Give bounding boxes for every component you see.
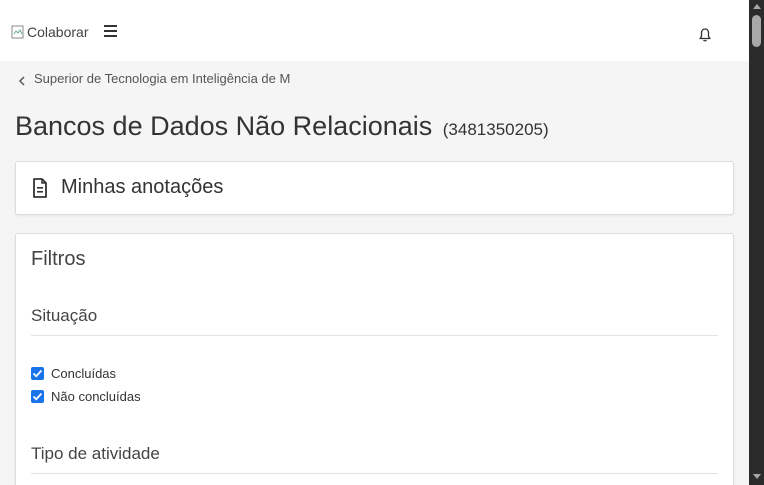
tipo-atividade-section-title: Tipo de atividade (31, 444, 718, 474)
logo-alt-text: Colaborar (27, 24, 89, 40)
filters-card: Filtros Situação Concluídas Não concluíd… (15, 233, 734, 485)
filter-concluidas-label: Concluídas (51, 366, 117, 381)
scroll-down-arrow-icon[interactable] (753, 474, 761, 479)
notes-card-label: Minhas anotações (61, 176, 224, 198)
breadcrumb[interactable]: Superior de Tecnologia em Inteligência d… (18, 71, 290, 86)
breadcrumb-back-link[interactable]: Superior de Tecnologia em Inteligência d… (34, 71, 290, 86)
page-title: Bancos de Dados Não Relacionais (3481350… (15, 111, 549, 142)
top-navbar: Colaborar (0, 0, 749, 61)
filters-title: Filtros (31, 248, 86, 270)
hamburger-menu-icon[interactable] (104, 24, 120, 40)
chevron-left-icon (18, 74, 26, 86)
filter-concluidas[interactable]: Concluídas (31, 366, 116, 381)
scroll-thumb[interactable] (752, 15, 761, 47)
page-title-text: Bancos de Dados Não Relacionais (15, 111, 433, 141)
broken-image-icon (11, 25, 25, 39)
scroll-up-arrow-icon[interactable] (753, 4, 761, 9)
bell-icon[interactable] (697, 27, 713, 43)
filter-nao-concluidas-label: Não concluídas (51, 389, 141, 404)
document-icon (32, 178, 48, 198)
filter-nao-concluidas[interactable]: Não concluídas (31, 389, 141, 404)
notes-card[interactable]: Minhas anotações (15, 161, 734, 215)
situacao-section-title: Situação (31, 306, 718, 336)
vertical-scrollbar[interactable] (749, 0, 764, 485)
checkbox-concluidas[interactable] (31, 367, 44, 380)
course-code: (3481350205) (442, 120, 549, 139)
checkbox-nao-concluidas[interactable] (31, 390, 44, 403)
logo[interactable]: Colaborar (11, 24, 88, 40)
